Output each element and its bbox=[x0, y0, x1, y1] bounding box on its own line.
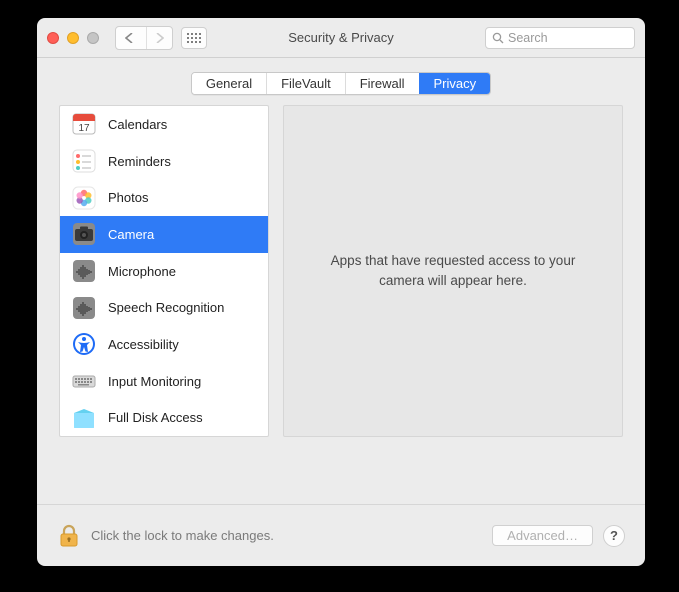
photos-icon bbox=[70, 184, 98, 212]
tab-general[interactable]: General bbox=[192, 73, 266, 94]
sidebar-item-label: Photos bbox=[108, 190, 148, 205]
detail-pane: Apps that have requested access to your … bbox=[283, 105, 623, 437]
sidebar-item-label: Input Monitoring bbox=[108, 374, 201, 389]
sidebar-item-label: Full Disk Access bbox=[108, 410, 203, 425]
tab-filevault[interactable]: FileVault bbox=[266, 73, 345, 94]
minimize-window-button[interactable] bbox=[67, 32, 79, 44]
forward-button[interactable] bbox=[146, 27, 172, 49]
sidebar-item-label: Speech Recognition bbox=[108, 300, 224, 315]
sidebar-item-full-disk-access[interactable]: Full Disk Access bbox=[60, 399, 268, 436]
sidebar-item-microphone[interactable]: Microphone bbox=[60, 253, 268, 290]
sidebar-item-label: Microphone bbox=[108, 264, 176, 279]
show-all-button[interactable] bbox=[181, 27, 207, 49]
lock-text: Click the lock to make changes. bbox=[91, 528, 274, 543]
traffic-lights bbox=[47, 32, 99, 44]
close-window-button[interactable] bbox=[47, 32, 59, 44]
keyboard-icon bbox=[70, 367, 98, 395]
reminders-icon bbox=[70, 147, 98, 175]
search-icon bbox=[492, 32, 504, 44]
back-button[interactable] bbox=[116, 27, 142, 49]
sidebar-item-speech-recognition[interactable]: Speech Recognition bbox=[60, 289, 268, 326]
nav-buttons bbox=[115, 26, 173, 50]
sidebar-item-label: Calendars bbox=[108, 117, 167, 132]
tab-privacy[interactable]: Privacy bbox=[419, 73, 491, 94]
detail-message: Apps that have requested access to your … bbox=[314, 251, 592, 290]
sidebar-item-input-monitoring[interactable]: Input Monitoring bbox=[60, 363, 268, 400]
sidebar-item-reminders[interactable]: Reminders bbox=[60, 143, 268, 180]
lock-button[interactable] bbox=[57, 524, 81, 548]
grid-icon bbox=[187, 33, 201, 43]
accessibility-icon bbox=[70, 330, 98, 358]
chevron-right-icon bbox=[155, 33, 164, 43]
tab-firewall[interactable]: Firewall bbox=[345, 73, 419, 94]
footer: Click the lock to make changes. Advanced… bbox=[37, 504, 645, 566]
help-button[interactable]: ? bbox=[603, 525, 625, 547]
tabs-row: General FileVault Firewall Privacy bbox=[37, 58, 645, 105]
sidebar-item-label: Reminders bbox=[108, 154, 171, 169]
speech-icon bbox=[70, 294, 98, 322]
sidebar-item-accessibility[interactable]: Accessibility bbox=[60, 326, 268, 363]
lock-icon bbox=[59, 524, 79, 548]
preferences-window: Security & Privacy Search General FileVa… bbox=[37, 18, 645, 566]
advanced-button[interactable]: Advanced… bbox=[492, 525, 593, 546]
disk-icon bbox=[70, 404, 98, 432]
sidebar-item-label: Camera bbox=[108, 227, 154, 242]
content: 17 Calendars Reminders Photos bbox=[37, 105, 645, 504]
calendar-icon: 17 bbox=[70, 110, 98, 138]
titlebar: Security & Privacy Search bbox=[37, 18, 645, 58]
chevron-left-icon bbox=[125, 33, 134, 43]
sidebar-item-camera[interactable]: Camera bbox=[60, 216, 268, 253]
zoom-window-button[interactable] bbox=[87, 32, 99, 44]
search-placeholder: Search bbox=[508, 31, 548, 45]
privacy-categories-list: 17 Calendars Reminders Photos bbox=[59, 105, 269, 437]
sidebar-item-photos[interactable]: Photos bbox=[60, 179, 268, 216]
svg-text:17: 17 bbox=[78, 123, 90, 134]
sidebar-item-label: Accessibility bbox=[108, 337, 179, 352]
tabs: General FileVault Firewall Privacy bbox=[191, 72, 491, 95]
microphone-icon bbox=[70, 257, 98, 285]
camera-icon bbox=[70, 220, 98, 248]
sidebar-item-calendars[interactable]: 17 Calendars bbox=[60, 106, 268, 143]
search-field[interactable]: Search bbox=[485, 27, 635, 49]
